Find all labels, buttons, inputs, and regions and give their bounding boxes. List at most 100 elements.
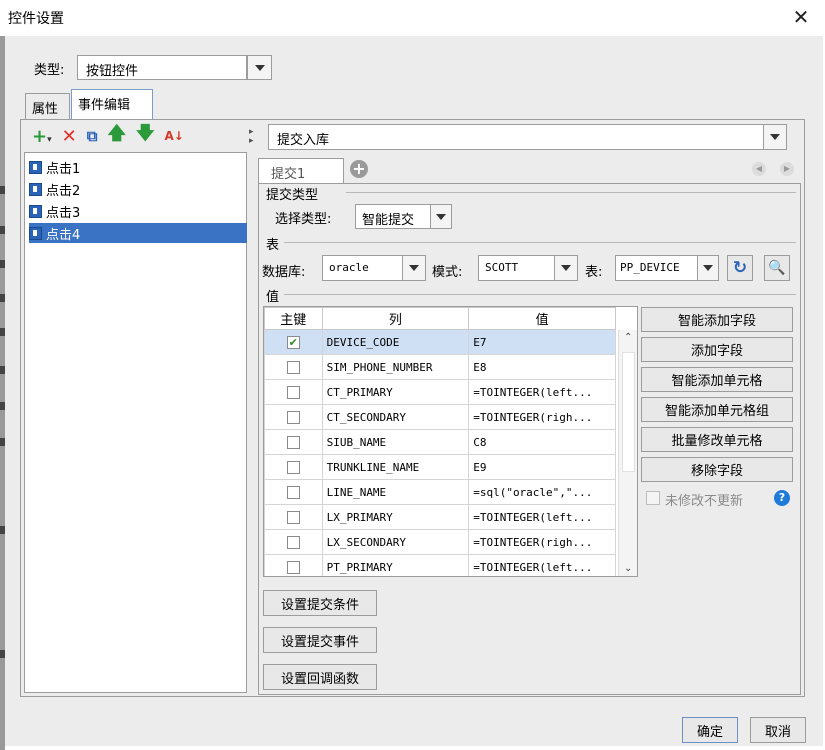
key-checkbox[interactable] bbox=[286, 410, 300, 424]
table-row[interactable]: SIUB_NAME C8 bbox=[264, 429, 616, 455]
key-cell[interactable] bbox=[264, 454, 323, 480]
table-row[interactable]: LINE_NAME =sql("oracle","... bbox=[264, 479, 616, 505]
table-row[interactable]: CT_PRIMARY =TOINTEGER(left... bbox=[264, 379, 616, 405]
col-header-key[interactable]: 主键 bbox=[264, 307, 323, 330]
grid-scrollbar[interactable]: ⌃ ⌄ bbox=[618, 330, 637, 576]
action-select-arrow[interactable] bbox=[763, 124, 787, 150]
value-cell[interactable]: =TOINTEGER(left... bbox=[468, 379, 616, 405]
event-item-3[interactable]: 点击3 bbox=[29, 201, 247, 221]
mode-select-arrow[interactable] bbox=[554, 255, 578, 281]
scroll-down-icon[interactable]: ⌄ bbox=[624, 563, 632, 574]
table-row[interactable]: ✔ DEVICE_CODE E7 bbox=[264, 329, 616, 355]
set-submit-event-button[interactable]: 设置提交事件 bbox=[263, 627, 377, 653]
column-cell[interactable]: CT_PRIMARY bbox=[321, 379, 470, 405]
delete-icon[interactable]: ✕ bbox=[62, 126, 77, 147]
db-select-arrow[interactable] bbox=[402, 255, 426, 281]
table-select[interactable]: PP_DEVICE bbox=[615, 255, 719, 281]
table-select-arrow[interactable] bbox=[697, 255, 719, 281]
key-cell[interactable] bbox=[264, 429, 323, 455]
column-cell[interactable]: LX_SECONDARY bbox=[321, 529, 470, 555]
add-tab-icon[interactable]: + bbox=[350, 160, 368, 178]
value-cell[interactable]: =sql("oracle","... bbox=[468, 479, 616, 505]
set-submit-condition-button[interactable]: 设置提交条件 bbox=[263, 590, 377, 616]
key-cell[interactable] bbox=[264, 504, 323, 530]
column-cell[interactable]: CT_SECONDARY bbox=[321, 404, 470, 430]
value-cell[interactable]: E8 bbox=[468, 354, 616, 380]
submit-type-select[interactable]: 智能提交 bbox=[355, 204, 452, 229]
remove-field-button[interactable]: 移除字段 bbox=[641, 457, 793, 482]
move-down-icon[interactable]: 🡇 bbox=[136, 121, 155, 151]
tab-properties[interactable]: 属性 bbox=[25, 93, 70, 120]
add-icon[interactable]: +▾ bbox=[32, 126, 52, 147]
key-checkbox[interactable] bbox=[286, 360, 300, 374]
help-icon[interactable]: ? bbox=[774, 490, 790, 506]
db-select[interactable]: oracle bbox=[322, 255, 426, 281]
mode-select[interactable]: SCOTT bbox=[478, 255, 578, 281]
key-checkbox[interactable] bbox=[286, 435, 300, 449]
batch-edit-cells-button[interactable]: 批量修改单元格 bbox=[641, 427, 793, 452]
column-cell[interactable]: SIUB_NAME bbox=[321, 429, 470, 455]
value-cell[interactable]: E9 bbox=[468, 454, 616, 480]
type-select-arrow[interactable] bbox=[247, 55, 272, 80]
value-cell[interactable]: =TOINTEGER(left... bbox=[468, 504, 616, 530]
key-cell[interactable] bbox=[264, 379, 323, 405]
col-header-value[interactable]: 值 bbox=[468, 307, 616, 330]
set-callback-button[interactable]: 设置回调函数 bbox=[263, 664, 377, 690]
column-cell[interactable]: LINE_NAME bbox=[321, 479, 470, 505]
smart-add-cell-group-button[interactable]: 智能添加单元格组 bbox=[641, 397, 793, 422]
sort-icon[interactable]: A↓ bbox=[164, 129, 183, 143]
table-row[interactable]: SIM_PHONE_NUMBER E8 bbox=[264, 354, 616, 380]
table-row[interactable]: TRUNKLINE_NAME E9 bbox=[264, 454, 616, 480]
event-item-1[interactable]: 点击1 bbox=[29, 157, 247, 177]
column-cell[interactable]: TRUNKLINE_NAME bbox=[321, 454, 470, 480]
scroll-thumb[interactable] bbox=[622, 352, 635, 472]
close-icon[interactable]: ✕ bbox=[788, 4, 814, 30]
key-cell[interactable] bbox=[264, 529, 323, 555]
value-cell[interactable]: E7 bbox=[468, 329, 616, 355]
cancel-button[interactable]: 取消 bbox=[750, 717, 806, 743]
action-select[interactable]: 提交入库 bbox=[268, 124, 787, 150]
scroll-left-icon[interactable]: ◀ bbox=[752, 162, 766, 176]
add-field-button[interactable]: 添加字段 bbox=[641, 337, 793, 362]
table-row[interactable]: LX_SECONDARY =TOINTEGER(righ... bbox=[264, 529, 616, 555]
column-cell[interactable]: LX_PRIMARY bbox=[321, 504, 470, 530]
key-checkbox[interactable] bbox=[286, 510, 300, 524]
key-cell[interactable] bbox=[264, 354, 323, 380]
col-header-column[interactable]: 列 bbox=[321, 307, 470, 330]
column-cell[interactable]: SIM_PHONE_NUMBER bbox=[321, 354, 470, 380]
value-cell[interactable]: =TOINTEGER(righ... bbox=[468, 404, 616, 430]
table-row[interactable]: LX_PRIMARY =TOINTEGER(left... bbox=[264, 504, 616, 530]
key-checkbox[interactable] bbox=[286, 385, 300, 399]
tab-event-edit[interactable]: 事件编辑 bbox=[71, 89, 153, 120]
key-checkbox[interactable] bbox=[286, 560, 300, 574]
key-checkbox[interactable] bbox=[286, 485, 300, 499]
submit-type-arrow[interactable] bbox=[430, 204, 452, 229]
column-cell[interactable]: DEVICE_CODE bbox=[321, 329, 470, 355]
event-item-4[interactable]: 点击4 bbox=[29, 223, 247, 243]
no-update-checkbox[interactable] bbox=[646, 491, 660, 505]
key-checkbox[interactable]: ✔ bbox=[286, 335, 300, 349]
preview-icon[interactable]: 🔍 bbox=[764, 255, 790, 281]
table-row[interactable]: PT_PRIMARY =TOINTEGER(left... bbox=[264, 554, 616, 576]
value-cell[interactable]: =TOINTEGER(righ... bbox=[468, 529, 616, 555]
event-item-2[interactable]: 点击2 bbox=[29, 179, 247, 199]
key-checkbox[interactable] bbox=[286, 460, 300, 474]
key-cell[interactable] bbox=[264, 479, 323, 505]
scroll-up-icon[interactable]: ⌃ bbox=[624, 332, 632, 343]
key-cell[interactable]: ✔ bbox=[264, 329, 323, 355]
value-cell[interactable]: =TOINTEGER(left... bbox=[468, 554, 616, 576]
key-checkbox[interactable] bbox=[286, 535, 300, 549]
tab-submit-1[interactable]: 提交1 bbox=[258, 158, 344, 184]
type-select[interactable]: 按钮控件 bbox=[77, 55, 247, 80]
move-up-icon[interactable]: 🡅 bbox=[107, 121, 126, 151]
copy-icon[interactable]: ⧉ bbox=[87, 127, 98, 145]
splitter-arrows[interactable]: ▸ ▸ bbox=[249, 128, 255, 146]
key-cell[interactable] bbox=[264, 404, 323, 430]
value-cell[interactable]: C8 bbox=[468, 429, 616, 455]
key-cell[interactable] bbox=[264, 554, 323, 576]
refresh-icon[interactable]: ↻ bbox=[727, 255, 753, 281]
smart-add-cell-button[interactable]: 智能添加单元格 bbox=[641, 367, 793, 392]
scroll-right-icon[interactable]: ▶ bbox=[780, 162, 794, 176]
ok-button[interactable]: 确定 bbox=[682, 717, 738, 743]
column-cell[interactable]: PT_PRIMARY bbox=[321, 554, 470, 576]
